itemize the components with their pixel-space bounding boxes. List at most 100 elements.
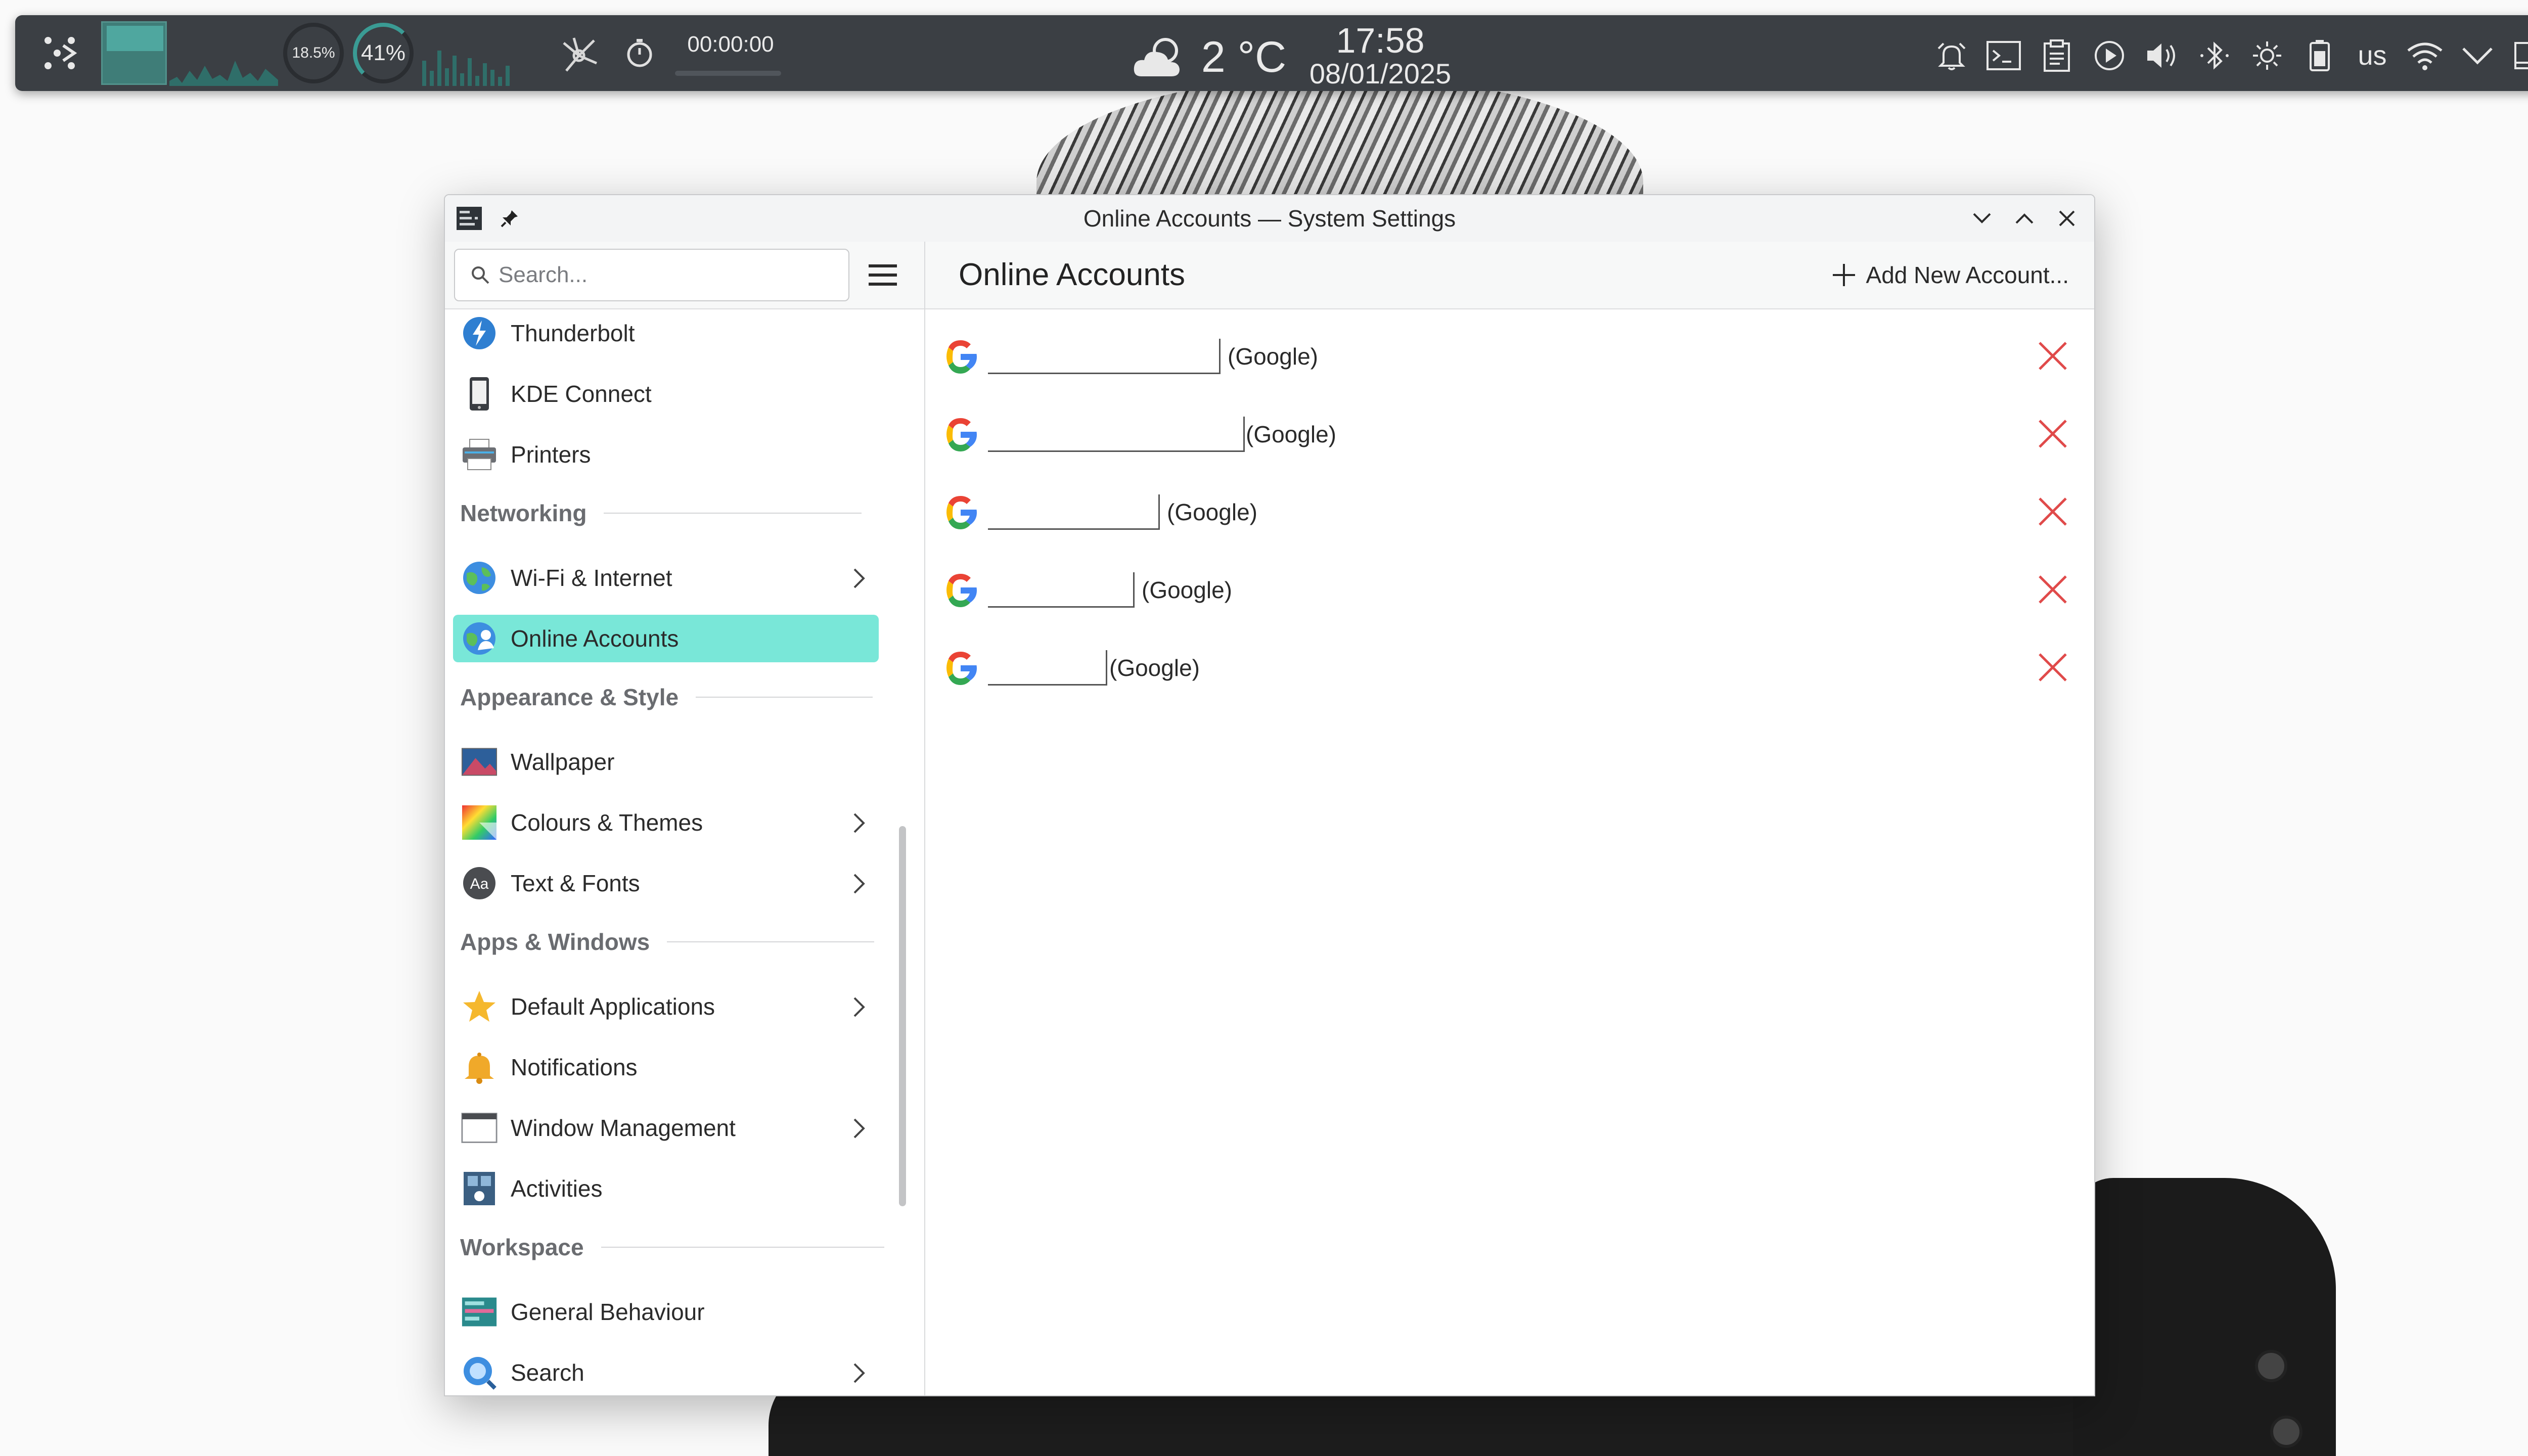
application-launcher-icon[interactable] — [30, 30, 91, 76]
google-icon — [946, 418, 977, 451]
chevron-right-icon — [853, 1118, 865, 1139]
sidebar-item-label: Online Accounts — [511, 625, 679, 652]
remove-account-icon[interactable] — [2033, 336, 2073, 376]
section-divider — [696, 697, 873, 698]
terminal-icon[interactable] — [1983, 35, 2024, 76]
minimize-icon[interactable] — [1966, 202, 1998, 235]
sidebar-item-label: Activities — [511, 1175, 603, 1202]
sidebar-item-activities[interactable]: Activities — [453, 1165, 879, 1212]
colours-icon — [461, 804, 498, 841]
sidebar-scrollbar[interactable] — [899, 826, 906, 1206]
account-name-redacted — [988, 494, 1160, 530]
cpu-usage-gauge[interactable]: 18.5% — [283, 23, 344, 83]
section-divider — [667, 941, 875, 942]
bell-icon — [461, 1049, 498, 1085]
clock-date[interactable]: 08/01/2025 — [1299, 56, 1461, 91]
sidebar-item-label: Search — [511, 1359, 584, 1386]
wallpaper-coat-button — [2255, 1350, 2287, 1382]
add-new-account-button[interactable]: Add New Account... — [1826, 255, 2074, 295]
wifi-icon[interactable] — [2405, 35, 2445, 76]
cpu-percent: 18.5% — [292, 44, 335, 61]
account-row[interactable]: (Google) — [940, 630, 2073, 706]
general-behaviour-icon — [461, 1294, 498, 1330]
section-header-apps-windows: Apps & Windows — [460, 924, 875, 960]
search-input[interactable] — [498, 262, 823, 288]
sidebar-item-thunderbolt[interactable]: Thunderbolt — [453, 309, 879, 357]
account-provider: (Google) — [1228, 343, 1318, 370]
printer-icon — [461, 436, 498, 473]
search-icon — [461, 1354, 498, 1391]
window-titlebar[interactable]: Online Accounts — System Settings — [445, 195, 2094, 243]
network-history-graph[interactable] — [420, 30, 521, 86]
timer-readout[interactable]: 00:00:00 — [667, 29, 794, 60]
remove-account-icon[interactable] — [2033, 647, 2073, 688]
wallpaper-coat-button — [2270, 1416, 2303, 1448]
clock-time[interactable]: 17:58 — [1310, 20, 1451, 61]
sidebar-search-field[interactable] — [454, 249, 849, 301]
sidebar-item-window-management[interactable]: Window Management — [453, 1104, 879, 1152]
brightness-icon[interactable] — [2247, 35, 2287, 76]
account-provider: (Google) — [1109, 655, 1200, 681]
weather-cloudy-icon[interactable] — [1127, 30, 1193, 86]
account-row[interactable]: (Google) — [940, 396, 2073, 472]
cpu-history-graph[interactable] — [169, 30, 278, 86]
chevron-right-icon — [853, 1363, 865, 1383]
search-icon — [470, 265, 490, 285]
sidebar-item-general-behaviour[interactable]: General Behaviour — [453, 1288, 879, 1336]
expand-tray-icon[interactable] — [2457, 35, 2498, 76]
sidebar-item-printers[interactable]: Printers — [453, 431, 879, 478]
maximize-icon[interactable] — [2008, 202, 2041, 235]
google-icon — [946, 496, 977, 529]
sidebar-item-kde-connect[interactable]: KDE Connect — [453, 370, 879, 418]
section-header-networking: Networking — [460, 495, 862, 531]
close-icon[interactable] — [2051, 202, 2083, 235]
sidebar-item-colours-themes[interactable]: Colours & Themes — [453, 799, 879, 846]
sidebar-item-wallpaper[interactable]: Wallpaper — [453, 738, 879, 786]
memory-usage-gauge[interactable]: 41% — [353, 23, 414, 83]
account-row[interactable]: (Google) — [940, 318, 2073, 394]
media-player-icon[interactable] — [2089, 35, 2130, 76]
sidebar-item-text-fonts[interactable]: Aa Text & Fonts — [453, 859, 879, 907]
sidebar-item-default-applications[interactable]: Default Applications — [453, 983, 879, 1030]
pager-active-window — [107, 26, 163, 51]
sidebar-item-online-accounts[interactable]: Online Accounts — [453, 615, 879, 662]
show-desktop-icon[interactable] — [2510, 35, 2528, 76]
sidebar-item-label: Colours & Themes — [511, 809, 703, 836]
virtual-desktop-pager[interactable] — [101, 21, 167, 85]
bluetooth-icon[interactable] — [2194, 35, 2235, 76]
account-provider: (Google) — [1167, 499, 1257, 525]
sidebar-item-wifi-internet[interactable]: Wi-Fi & Internet — [453, 554, 879, 602]
keyboard-layout-indicator[interactable]: us — [2352, 35, 2392, 76]
hamburger-menu-icon[interactable] — [866, 259, 900, 291]
sidebar-item-label: Notifications — [511, 1054, 638, 1080]
clipboard-icon[interactable] — [2037, 35, 2077, 76]
sidebar-item-notifications[interactable]: Notifications — [453, 1043, 879, 1091]
plus-icon — [1832, 264, 1855, 286]
sidebar-item-label: General Behaviour — [511, 1299, 705, 1325]
pane-divider[interactable] — [924, 242, 925, 1395]
battery-icon[interactable] — [2299, 35, 2340, 76]
chevron-right-icon — [853, 568, 865, 588]
section-header-appearance-style: Appearance & Style — [460, 679, 873, 715]
alarm-icon[interactable] — [1931, 35, 1972, 76]
sidebar-item-label: Default Applications — [511, 993, 715, 1020]
sidebar-item-search[interactable]: Search — [453, 1349, 879, 1395]
section-title: Apps & Windows — [460, 929, 650, 955]
remove-account-icon[interactable] — [2033, 414, 2073, 454]
remove-account-icon[interactable] — [2033, 491, 2073, 532]
remove-account-icon[interactable] — [2033, 569, 2073, 610]
memory-percent: 41% — [360, 40, 406, 65]
kde-connect-icon — [461, 376, 498, 412]
kde-connect-tray-icon[interactable] — [551, 30, 607, 81]
globe-icon — [461, 560, 498, 596]
account-row[interactable]: (Google) — [940, 474, 2073, 550]
settings-sidebar: Thunderbolt KDE Connect Printers Network… — [445, 309, 924, 1395]
star-icon — [461, 988, 498, 1025]
svg-text:Aa: Aa — [470, 876, 489, 892]
stopwatch-icon[interactable] — [622, 35, 657, 71]
temperature-label[interactable]: 2 °C — [1193, 29, 1294, 85]
account-provider: (Google) — [1246, 421, 1336, 447]
volume-icon[interactable] — [2142, 35, 2182, 76]
account-row[interactable]: (Google) — [940, 552, 2073, 628]
account-name-redacted — [988, 339, 1221, 374]
